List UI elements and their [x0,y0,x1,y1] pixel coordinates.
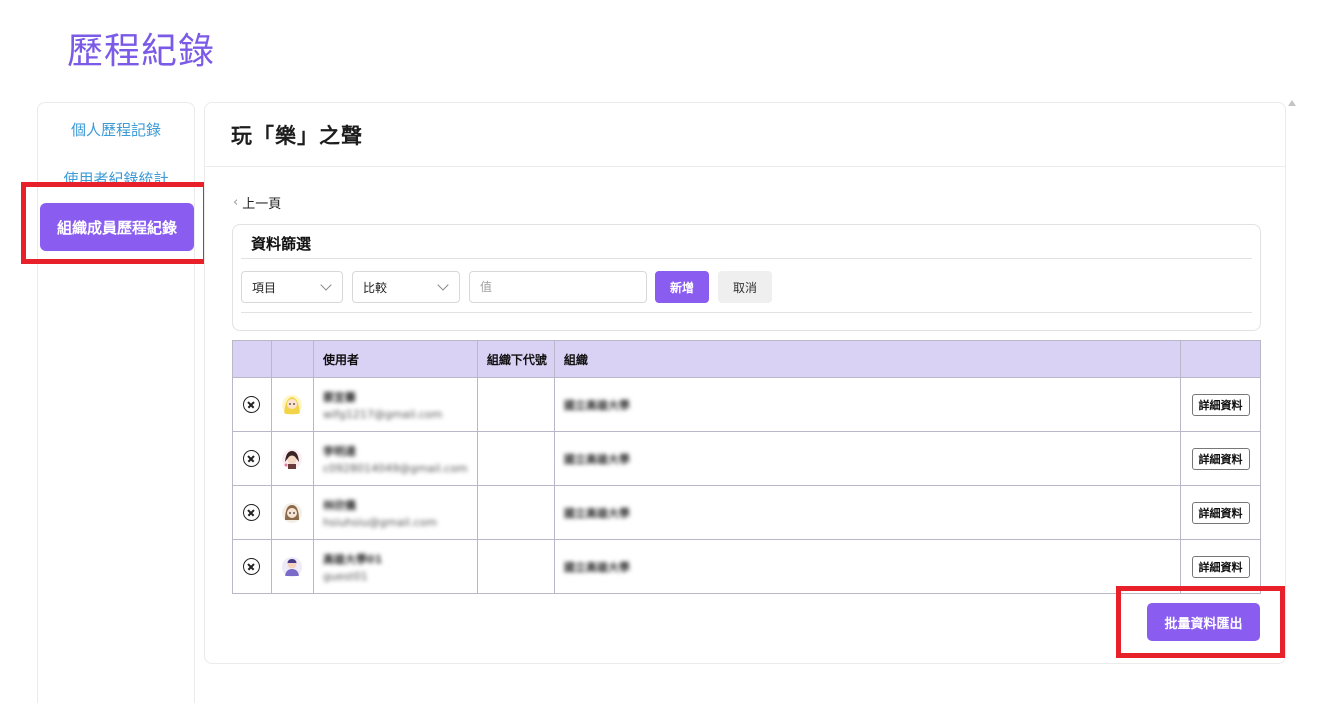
user-email: wifg1217@gmail.com [322,407,443,421]
main-panel: 玩「樂」之聲 ‹ 上一頁 資料篩選 項目 比較 新增 取消 使用者 組織下代號 … [204,102,1286,664]
user-name: 高雄大學01 [322,552,383,566]
avatar [282,502,303,523]
user-org: 國立高雄大學 [563,560,630,574]
detail-button[interactable]: 詳細資料 [1191,501,1250,524]
remove-circle-icon[interactable] [243,558,261,575]
main-title: 玩「樂」之聲 [231,123,363,148]
page-title: 歷程紀錄 [67,31,216,72]
value-input[interactable] [469,271,647,303]
batch-export-button[interactable]: 批量資料匯出 [1147,603,1260,641]
user-code [476,377,555,432]
sidebar-item-org-member-history[interactable]: 組織成員歷程紀錄 [40,203,194,251]
table-row: 蔡宜蓁 wifg1217@gmail.com 國立高雄大學 詳細資料 [232,377,1261,432]
remove-circle-icon[interactable] [243,450,261,467]
avatar [282,448,303,469]
divider [241,312,1252,313]
back-label: 上一頁 [242,197,282,212]
user-name: 蔡宜蓁 [322,390,356,404]
header-org: 組織 [553,340,1182,378]
header-avatar [270,340,314,378]
chevron-down-icon [320,279,332,291]
header-code: 組織下代號 [476,340,555,378]
user-org: 國立高雄大學 [563,452,630,466]
remove-circle-icon[interactable] [243,504,261,521]
field-select-value: 項目 [252,280,277,295]
field-select[interactable]: 項目 [241,271,343,303]
user-email: guest01 [322,569,368,583]
main-header: 玩「樂」之聲 [205,103,1285,167]
chevron-left-icon: ‹ [233,195,239,210]
user-email: c0928014049@gmail.com [322,461,468,475]
user-code [476,485,555,540]
remove-circle-icon[interactable] [243,396,261,413]
detail-button[interactable]: 詳細資料 [1191,447,1250,470]
chevron-down-icon [437,279,449,291]
header-action [1180,340,1261,378]
user-code [476,539,555,594]
avatar [282,394,303,415]
cancel-filter-button[interactable]: 取消 [718,271,772,303]
user-org: 國立高雄大學 [563,398,630,412]
user-code [476,431,555,486]
compare-select-value: 比較 [363,280,388,295]
avatar [282,556,303,577]
table-header-row: 使用者 組織下代號 組織 [232,340,1261,378]
members-table: 使用者 組織下代號 組織 蔡宜蓁 wifg1217@gmail.com 國立高雄… [232,340,1261,594]
add-filter-button[interactable]: 新增 [655,271,709,303]
user-org: 國立高雄大學 [563,506,630,520]
divider [241,258,1252,259]
filter-panel: 資料篩選 項目 比較 新增 取消 [232,224,1261,331]
scroll-up-arrow-icon[interactable] [1288,100,1296,106]
compare-select[interactable]: 比較 [352,271,460,303]
user-email: hsiuhsiu@gmail.com [322,515,437,529]
sidebar: 個人歷程記錄 使用者紀錄統計 組織成員歷程紀錄 [37,102,195,703]
sidebar-item-personal-history[interactable]: 個人歷程記錄 [38,119,194,140]
detail-button[interactable]: 詳細資料 [1191,393,1250,416]
table-row: 李明達 c0928014049@gmail.com 國立高雄大學 詳細資料 [232,431,1261,486]
header-user: 使用者 [312,340,478,378]
back-link[interactable]: ‹ 上一頁 [233,193,281,212]
user-name: 林欣儀 [322,498,356,512]
filter-title: 資料篩選 [251,235,312,253]
sidebar-item-user-stats[interactable]: 使用者紀錄統計 [38,168,194,189]
detail-button[interactable]: 詳細資料 [1191,555,1250,578]
table-row: 林欣儀 hsiuhsiu@gmail.com 國立高雄大學 詳細資料 [232,485,1261,540]
user-name: 李明達 [322,444,356,458]
table-row: 高雄大學01 guest01 國立高雄大學 詳細資料 [232,539,1261,594]
header-delete [232,340,272,378]
